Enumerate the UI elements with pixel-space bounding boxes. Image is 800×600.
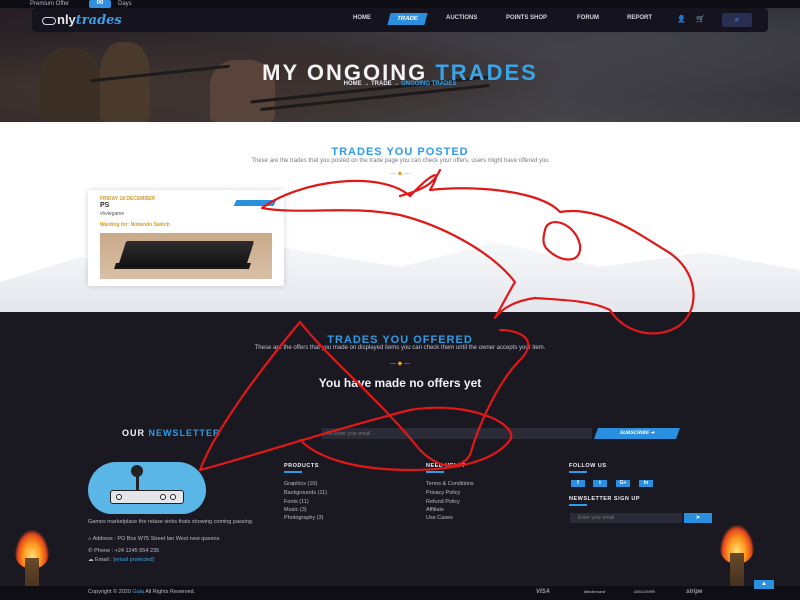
- footer-link[interactable]: Music (3): [284, 507, 307, 513]
- mastercard-icon: Mastercard: [584, 589, 606, 594]
- copyright: Copyright © 2020 Gala All Rights Reserve…: [88, 589, 195, 595]
- twitter-icon[interactable]: t: [593, 480, 607, 487]
- footer-link[interactable]: Refund Policy: [426, 499, 460, 505]
- footer-link[interactable]: Graphics (10): [284, 481, 317, 487]
- facebook-icon[interactable]: f: [571, 480, 585, 487]
- linkedin-icon[interactable]: in: [639, 480, 653, 487]
- joystick-button: [160, 494, 166, 500]
- trade-card-wanting: Wanting for: Nintendo Switch: [100, 222, 170, 228]
- discover-icon: DISCOVER: [634, 589, 655, 594]
- nav-points-shop[interactable]: POINTS SHOP: [506, 15, 547, 21]
- promo-days-label: Days: [118, 1, 132, 7]
- nav-home[interactable]: HOME: [353, 15, 371, 21]
- breadcrumb: HOME → TRADE → ONGOING TRADES: [0, 81, 800, 87]
- footer-link[interactable]: Terms & Conditions: [426, 481, 474, 487]
- breadcrumb-separator: →: [393, 81, 400, 87]
- site-logo[interactable]: nlytrades: [42, 12, 122, 28]
- trade-card-ribbon: [233, 200, 277, 206]
- ornament-divider: — ◆ —: [390, 171, 410, 177]
- breadcrumb-separator: →: [363, 81, 370, 87]
- trade-card-owner: vhvlegame: [100, 211, 125, 217]
- logo-script: trades: [75, 13, 122, 28]
- user-icon[interactable]: 👤: [677, 15, 686, 23]
- newsletter-title-highlight: NEWSLETTER: [148, 428, 221, 438]
- send-icon: ➤: [695, 515, 701, 521]
- promo-label: Premium Offer: [30, 1, 69, 7]
- nav-report[interactable]: REPORT: [627, 15, 652, 21]
- joystick-ball: [131, 465, 143, 477]
- footer-help-heading: NEED HELP?: [426, 463, 466, 469]
- footer-link[interactable]: Photography (3): [284, 515, 323, 521]
- no-offers-message: You have made no offers yet: [318, 376, 482, 390]
- subscribe-button-label: SUBSCRIBE ➜: [618, 430, 656, 436]
- location-icon: ⌂: [88, 536, 92, 542]
- footer-signup-heading: NEWSLETTER SIGN UP: [569, 496, 641, 502]
- footer-link[interactable]: Use Cases: [426, 515, 453, 521]
- heading-underline: [569, 471, 587, 473]
- copyright-brand[interactable]: Gala: [132, 589, 144, 595]
- newsletter-title: OUR NEWSLETTER: [122, 428, 221, 438]
- newsletter-email-input[interactable]: [322, 428, 592, 439]
- heading-underline: [569, 504, 587, 506]
- breadcrumb-home[interactable]: HOME: [344, 81, 362, 87]
- subscribe-button[interactable]: SUBSCRIBE ➜: [593, 428, 681, 439]
- visa-icon: VISA: [536, 589, 551, 595]
- joystick-button: [170, 494, 176, 500]
- phone-icon: ✆: [88, 548, 93, 554]
- chevron-up-icon: ▲: [761, 581, 767, 587]
- nav-forum[interactable]: FORUM: [577, 15, 599, 21]
- nav-trade[interactable]: TRADE: [387, 13, 428, 25]
- logo-prefix: nly: [57, 12, 76, 27]
- footer-newsletter-send-button[interactable]: ➤: [684, 513, 712, 523]
- footer-link[interactable]: Privacy Policy: [426, 490, 460, 496]
- posted-subtitle: These are the trades that you posted on …: [251, 158, 549, 164]
- footer-address-text: Address : PO Box W75 Street lan West new…: [92, 536, 220, 542]
- offered-subtitle: These are the offers that you made on di…: [254, 345, 546, 351]
- breadcrumb-trade[interactable]: TRADE: [371, 81, 392, 87]
- footer-logo-joystick: [88, 462, 206, 514]
- footer-email-link[interactable]: [email protected]: [113, 557, 154, 563]
- main-navbar: nlytrades HOME TRADE AUCTIONS POINTS SHO…: [32, 8, 768, 32]
- footer-phone: ✆ Phone : +24 1245 654 235: [88, 548, 159, 554]
- promo-counter: 00: [89, 0, 111, 8]
- console-image: [117, 241, 255, 267]
- footer-link[interactable]: Backgrounds (11): [284, 490, 327, 496]
- search-button[interactable]: ⌕: [722, 13, 752, 27]
- trade-card-image[interactable]: [100, 233, 272, 279]
- breadcrumb-current: ONGOING TRADES: [401, 81, 457, 87]
- footer-link[interactable]: Fonts (11): [284, 499, 309, 505]
- footer-link[interactable]: Affiliate: [426, 507, 444, 513]
- copyright-suffix: All Rights Reserved.: [145, 589, 196, 595]
- google-plus-icon[interactable]: G+: [616, 480, 630, 487]
- heading-underline: [284, 471, 302, 473]
- ornament-divider: — ◆ —: [390, 361, 410, 367]
- scroll-to-top-button[interactable]: ▲: [754, 580, 774, 589]
- stripe-icon: stripe: [686, 589, 703, 595]
- mail-icon: ✉: [327, 431, 333, 437]
- footer-about: Games marketplace the relaxe sinks thats…: [88, 519, 254, 525]
- nav-auctions[interactable]: AUCTIONS: [446, 15, 477, 21]
- footer-products-heading: PRODUCTS: [284, 463, 319, 469]
- promo-strip: Premium Offer 00 Days: [0, 0, 800, 8]
- footer-phone-text: Phone : +24 1245 654 235: [94, 548, 160, 554]
- footer-email: ☁ Email : [email protected]: [88, 557, 154, 563]
- trade-card[interactable]: FRIDAY 18 DECEMBER PS vhvlegame Wanting …: [88, 190, 284, 286]
- heading-underline: [426, 471, 444, 473]
- copyright-prefix: Copyright © 2020: [88, 589, 131, 595]
- joystick-button: [116, 494, 122, 500]
- footer-address: ⌂ Address : PO Box W75 Street lan West n…: [88, 536, 268, 542]
- footer-email-label: Email :: [95, 557, 112, 563]
- footer-follow-heading: FOLLOW US: [569, 463, 607, 469]
- footer-newsletter-input[interactable]: [570, 513, 682, 523]
- email-icon: ☁: [88, 557, 94, 563]
- cart-icon[interactable]: 🛒: [696, 15, 705, 23]
- page: Premium Offer 00 Days nlytrades HOME TRA…: [0, 0, 800, 600]
- trade-card-title[interactable]: PS: [100, 202, 109, 209]
- newsletter-title-main: OUR: [122, 428, 145, 438]
- search-icon: ⌕: [734, 15, 740, 24]
- logo-o-icon: [42, 16, 56, 25]
